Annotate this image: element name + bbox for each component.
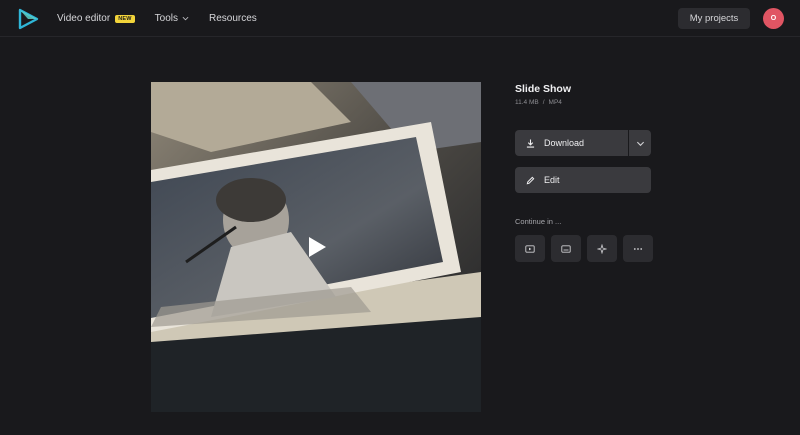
top-navigation-bar: Video editor NEW Tools Resources My proj… xyxy=(0,0,800,37)
sparkle-icon xyxy=(597,243,607,254)
chevron-down-icon xyxy=(636,141,644,146)
my-projects-button[interactable]: My projects xyxy=(678,8,750,29)
file-size: 11.4 MB xyxy=(515,99,539,106)
avatar[interactable]: O xyxy=(763,8,784,29)
continue-options xyxy=(515,235,659,262)
nav-video-editor-label: Video editor xyxy=(57,13,111,24)
play-icon[interactable] xyxy=(304,235,328,259)
video-player-icon xyxy=(525,244,535,253)
continue-sparkle-button[interactable] xyxy=(587,235,617,262)
download-icon xyxy=(526,138,535,148)
continue-in-label: Continue in ... xyxy=(515,217,562,226)
more-dots-icon xyxy=(633,247,643,250)
file-title: Slide Show xyxy=(515,83,572,95)
nav-resources-label: Resources xyxy=(209,13,257,24)
nav-tools-label: Tools xyxy=(154,13,178,24)
download-button[interactable]: Download xyxy=(515,130,628,156)
pencil-icon xyxy=(526,176,535,184)
file-format: MP4 xyxy=(548,99,562,106)
file-meta: 11.4 MB / MP4 xyxy=(515,99,562,106)
download-options-button[interactable] xyxy=(629,130,651,156)
chevron-down-icon xyxy=(182,16,189,21)
video-preview[interactable] xyxy=(151,82,481,412)
main-nav: Video editor NEW Tools Resources xyxy=(57,0,277,37)
edit-button[interactable]: Edit xyxy=(515,167,651,193)
subtitles-icon xyxy=(561,244,571,253)
nav-tools[interactable]: Tools xyxy=(155,13,189,24)
logo-icon[interactable] xyxy=(17,8,39,30)
edit-label: Edit xyxy=(544,175,560,185)
nav-video-editor[interactable]: Video editor NEW xyxy=(57,13,135,24)
continue-more-button[interactable] xyxy=(623,235,653,262)
meta-separator: / xyxy=(542,99,545,106)
nav-resources[interactable]: Resources xyxy=(209,13,257,24)
new-badge: NEW xyxy=(115,14,135,23)
continue-subtitles-button[interactable] xyxy=(551,235,581,262)
download-label: Download xyxy=(544,138,585,148)
continue-video-player-button[interactable] xyxy=(515,235,545,262)
